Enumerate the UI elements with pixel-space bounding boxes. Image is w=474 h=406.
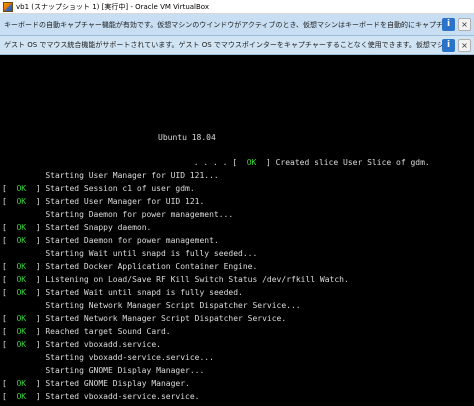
boot-log-line: [ OK ] Started Snappy daemon. [2, 223, 151, 233]
ok-status: OK [6, 314, 36, 323]
log-message: ] Started Snappy daemon. [35, 223, 152, 232]
boot-log-line: [ OK ] Started Wait until snapd is fully… [2, 288, 243, 298]
boot-log-line: . . . . [ OK ] Created slice User Slice … [160, 158, 430, 168]
log-prefix: . . . . [ [160, 158, 238, 167]
ok-status: OK [6, 262, 36, 271]
info-icon[interactable]: i [442, 38, 455, 52]
ok-status: OK [6, 327, 36, 336]
ok-status: OK [6, 379, 36, 388]
log-message: ] Started Network Manager Script Dispatc… [35, 314, 287, 323]
log-prefix: Starting Wait until snapd is fully seede… [2, 249, 258, 258]
boot-log-line: Starting Wait until snapd is fully seede… [2, 249, 257, 259]
boot-log-line: [ OK ] Started vboxadd.service. [2, 340, 161, 350]
log-message: ] Started vboxadd-service.service. [35, 392, 200, 401]
log-message: ] Listening on Load/Save RF Kill Switch … [35, 275, 349, 284]
keyboard-capture-notification: キーボードの自動キャプチャー機能が有効です。仮想マシンのウインドウがアクティブの… [0, 14, 474, 36]
boot-log-line: Starting GNOME Display Manager... [2, 366, 204, 376]
boot-log-line: [ OK ] Reached target Sound Card. [2, 327, 171, 337]
ok-status: OK [6, 197, 36, 206]
boot-log-line: Starting Network Manager Script Dispatch… [2, 301, 301, 311]
notification-text: ゲスト OS でマウス統合機能がサポートされています。ゲスト OS でマウスポイ… [4, 41, 442, 49]
boot-log-line: [ OK ] Started Network Manager Script Di… [2, 314, 286, 324]
info-icon[interactable]: i [442, 18, 455, 31]
boot-log-line: [ OK ] Started GNOME Display Manager. [2, 379, 190, 389]
boot-log-line: [ OK ] Started Docker Application Contai… [2, 262, 257, 272]
window-titlebar[interactable]: vb1 (スナップショット 1) [実行中] - Oracle VM Virtu… [0, 0, 474, 14]
boot-log-line: Starting vboxadd-service.service... [2, 353, 214, 363]
ok-status: OK [6, 288, 36, 297]
close-icon[interactable]: × [458, 38, 471, 52]
virtualbox-icon [3, 1, 13, 12]
log-prefix: Starting Network Manager Script Dispatch… [2, 301, 301, 310]
boot-log-line: Starting User Manager for UID 121... [2, 171, 219, 181]
log-message: ] Started Wait until snapd is fully seed… [35, 288, 243, 297]
boot-log-line: [ OK ] Listening on Load/Save RF Kill Sw… [2, 275, 349, 285]
log-message: ] Created slice User Slice of gdm. [265, 158, 430, 167]
boot-log-line: [ OK ] Started Daemon for power manageme… [2, 236, 219, 246]
log-message: ] Started User Manager for UID 121. [35, 197, 205, 206]
log-prefix: Starting User Manager for UID 121... [2, 171, 219, 180]
ok-status: OK [6, 275, 36, 284]
log-message: ] Started GNOME Display Manager. [35, 379, 190, 388]
boot-log-line: [ OK ] Started vboxadd-service.service. [2, 392, 200, 402]
ok-status: OK [6, 236, 36, 245]
log-prefix: Starting vboxadd-service.service... [2, 353, 214, 362]
log-prefix: Starting GNOME Display Manager... [2, 366, 205, 375]
log-prefix: Starting Daemon for power management... [2, 210, 234, 219]
ok-status: OK [6, 340, 36, 349]
log-message: ] Reached target Sound Card. [35, 327, 171, 336]
close-icon[interactable]: × [458, 18, 471, 31]
log-message: ] Started vboxadd.service. [35, 340, 161, 349]
log-message: ] Started Daemon for power management. [35, 236, 219, 245]
mouse-integration-notification: ゲスト OS でマウス統合機能がサポートされています。ゲスト OS でマウスポイ… [0, 36, 474, 55]
boot-log-line: Starting Daemon for power management... [2, 210, 233, 220]
window-title: vb1 (スナップショット 1) [実行中] - Oracle VM Virtu… [16, 2, 210, 11]
vm-console-screen[interactable]: Ubuntu 18.04 . . . . [ OK ] Created slic… [0, 55, 474, 406]
ok-status: OK [237, 158, 266, 167]
boot-header: Ubuntu 18.04 [158, 133, 216, 142]
log-message: ] Started Docker Application Container E… [35, 262, 258, 271]
boot-log-line: [ OK ] Started Session c1 of user gdm. [2, 184, 195, 194]
notification-text: キーボードの自動キャプチャー機能が有効です。仮想マシンのウインドウがアクティブの… [4, 20, 442, 29]
boot-log-line: [ OK ] Started User Manager for UID 121. [2, 197, 204, 207]
ok-status: OK [6, 392, 36, 401]
ok-status: OK [6, 223, 36, 232]
log-message: ] Started Session c1 of user gdm. [35, 184, 195, 193]
ok-status: OK [6, 184, 36, 193]
